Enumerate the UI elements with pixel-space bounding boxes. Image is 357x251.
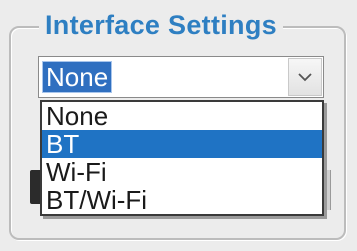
- option-none[interactable]: None: [42, 102, 322, 130]
- hidden-control-edge-right: [324, 170, 331, 210]
- interface-dropdown-list: None BT Wi-Fi BT/Wi-Fi: [40, 100, 324, 216]
- option-wifi[interactable]: Wi-Fi: [42, 158, 322, 186]
- chevron-down-icon: [298, 73, 312, 82]
- option-bt[interactable]: BT: [42, 130, 322, 158]
- dropdown-toggle-button[interactable]: [288, 58, 322, 96]
- interface-combobox[interactable]: None: [38, 56, 324, 98]
- option-bt-wifi[interactable]: BT/Wi-Fi: [42, 186, 322, 214]
- settings-window: Interface Settings None None BT Wi-Fi BT…: [0, 0, 357, 251]
- combobox-value: None: [43, 62, 112, 92]
- group-title: Interface Settings: [39, 8, 283, 42]
